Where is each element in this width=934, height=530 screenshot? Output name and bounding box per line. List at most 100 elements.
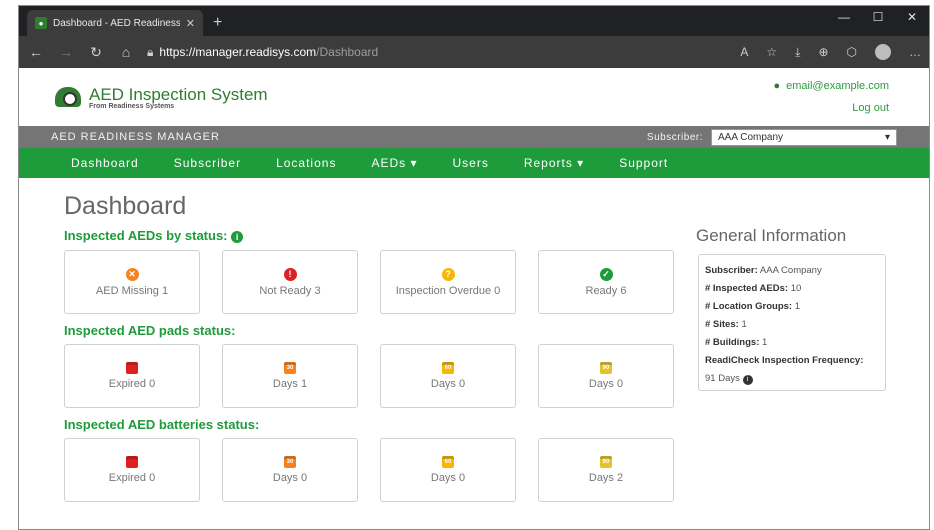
subscriber-value: AAA Company (718, 131, 784, 143)
battery-card-label: Days 0 (430, 472, 466, 484)
subscriber-dropdown[interactable]: AAA Company ▾ (711, 128, 897, 146)
site-header: AED Inspection System From Readiness Sys… (19, 68, 929, 126)
pads-card-label: Days 0 (588, 378, 624, 390)
collections-icon[interactable]: ⊕ (818, 45, 828, 59)
extensions-icon[interactable]: ⬡ (847, 45, 857, 59)
user-email[interactable]: email@example.com (786, 80, 889, 92)
tab-close-icon[interactable]: ✕ (186, 17, 195, 30)
logo-icon (55, 87, 81, 107)
close-window-icon[interactable]: ✕ (895, 6, 929, 28)
title-bar: ● Dashboard - AED Readiness Ma ✕ + — ☐ ✕ (19, 6, 929, 36)
battery-card-label: Expired 0 (108, 472, 156, 484)
favorites-icon[interactable]: ☆ (766, 45, 777, 59)
more-menu-icon[interactable]: … (909, 45, 921, 59)
gi-sites: 1 (741, 319, 747, 330)
downloads-icon[interactable]: ⤓ (795, 45, 800, 60)
calendar-icon (126, 456, 138, 468)
pads-cards: Expired 0 30 Days 1 60 Days 0 90 Days 0 (64, 344, 674, 408)
dropdown-caret-icon: ▾ (884, 131, 890, 143)
address-bar: ← → ↻ ⌂ 🔒︎ https://manager.readisys.com/… (19, 36, 929, 68)
maximize-icon[interactable]: ☐ (861, 6, 895, 28)
pads-card[interactable]: 90 Days 0 (538, 344, 674, 408)
home-icon[interactable]: ⌂ (117, 44, 135, 60)
question-circle-icon: ? (441, 267, 455, 281)
status-card-label: Inspection Overdue 0 (395, 284, 501, 297)
status-card[interactable]: ✓ Ready 6 (538, 250, 674, 314)
user-area: ● email@example.com Log out (773, 75, 889, 119)
lock-icon: 🔒︎ (147, 44, 154, 59)
x-circle-icon: ✕ (125, 267, 139, 281)
profile-avatar[interactable] (875, 44, 891, 60)
nav-aeds[interactable]: AEDs ▾ (371, 156, 417, 170)
subscriber-label: Subscriber: (646, 131, 703, 143)
status-card-label: Ready 6 (585, 284, 627, 297)
subscriber-bar: AED READINESS MANAGER Subscriber: AAA Co… (19, 126, 929, 148)
nav-reports[interactable]: Reports ▾ (524, 156, 584, 170)
app-name: AED Inspection System (89, 84, 268, 104)
status-section-title: Inspected AEDs by status: i (64, 228, 244, 243)
product-title: AED READINESS MANAGER (51, 131, 220, 143)
gi-subscriber: AAA Company (759, 265, 822, 276)
battery-card-label: Days 2 (588, 472, 624, 484)
status-card-label: AED Missing 1 (95, 284, 169, 297)
general-info-panel: Subscriber: AAA Company # Inspected AEDs… (698, 254, 886, 391)
calendar-icon (126, 362, 138, 374)
browser-toolbar: A ☆ ⤓ ⊕ ⬡ … (740, 44, 921, 60)
pads-card[interactable]: 60 Days 0 (380, 344, 516, 408)
url-path: /Dashboard (316, 45, 379, 59)
app-logo[interactable]: AED Inspection System From Readiness Sys… (55, 85, 268, 110)
page-title: Dashboard (64, 192, 187, 220)
logout-link[interactable]: Log out (773, 97, 889, 119)
battery-card[interactable]: Expired 0 (64, 438, 200, 502)
calendar-30-icon: 30 (284, 362, 296, 374)
favicon-icon: ● (35, 17, 47, 29)
status-card[interactable]: ! Not Ready 3 (222, 250, 358, 314)
pads-card-label: Expired 0 (108, 378, 156, 390)
battery-card[interactable]: 90 Days 2 (538, 438, 674, 502)
nav-support[interactable]: Support (619, 156, 668, 170)
gi-inspected: 10 (790, 283, 802, 294)
battery-cards: Expired 0 30 Days 0 60 Days 0 90 Days 2 (64, 438, 674, 502)
status-cards: ✕ AED Missing 1! Not Ready 3? Inspection Ov… (64, 250, 674, 314)
gi-location-groups: 1 (794, 301, 801, 312)
nav-locations[interactable]: Locations (276, 156, 336, 170)
window-controls: — ☐ ✕ (827, 6, 929, 28)
exclamation-circle-icon: ! (283, 267, 297, 281)
batteries-section-title: Inspected AED batteries status: (64, 417, 260, 432)
nav-users[interactable]: Users (452, 156, 488, 170)
forward-icon[interactable]: → (57, 44, 75, 60)
pads-section-title: Inspected AED pads status: (64, 323, 236, 338)
pads-card[interactable]: 30 Days 1 (222, 344, 358, 408)
gi-frequency: 91 Days (705, 373, 740, 384)
browser-tab[interactable]: ● Dashboard - AED Readiness Ma ✕ (27, 10, 203, 36)
pads-card[interactable]: Expired 0 (64, 344, 200, 408)
status-card[interactable]: ✕ AED Missing 1 (64, 250, 200, 314)
back-icon[interactable]: ← (27, 44, 45, 60)
pads-card-label: Days 0 (430, 378, 466, 390)
check-circle-icon: ✓ (599, 267, 613, 281)
battery-card[interactable]: 60 Days 0 (380, 438, 516, 502)
reload-icon[interactable]: ↻ (87, 44, 105, 61)
frequency-info-icon[interactable]: i (742, 375, 753, 385)
url-field[interactable]: 🔒︎ https://manager.readisys.com/Dashboar… (147, 45, 728, 60)
status-card-label: Not Ready 3 (259, 284, 321, 297)
status-card[interactable]: ? Inspection Overdue 0 (380, 250, 516, 314)
calendar-30-icon: 30 (284, 456, 296, 468)
calendar-90-icon: 90 (600, 456, 612, 468)
main-nav: Dashboard Subscriber Locations AEDs ▾ Us… (19, 148, 929, 178)
nav-dashboard[interactable]: Dashboard (71, 156, 139, 170)
user-icon: ● (773, 80, 781, 92)
subscriber-selector: Subscriber: AAA Company ▾ (646, 128, 897, 146)
minimize-icon[interactable]: — (827, 6, 861, 28)
tab-title: Dashboard - AED Readiness Ma (53, 17, 180, 29)
info-icon[interactable]: i (231, 231, 244, 243)
read-aloud-icon[interactable]: A (740, 45, 748, 59)
nav-subscriber[interactable]: Subscriber (174, 156, 241, 170)
browser-window: ● Dashboard - AED Readiness Ma ✕ + — ☐ ✕… (18, 5, 930, 530)
new-tab-icon[interactable]: + (213, 14, 222, 32)
battery-card[interactable]: 30 Days 0 (222, 438, 358, 502)
battery-card-label: Days 0 (272, 472, 308, 484)
general-info-title: General Information (696, 226, 847, 245)
url-host: https://manager.readisys.com (159, 45, 317, 59)
calendar-90-icon: 90 (600, 362, 612, 374)
